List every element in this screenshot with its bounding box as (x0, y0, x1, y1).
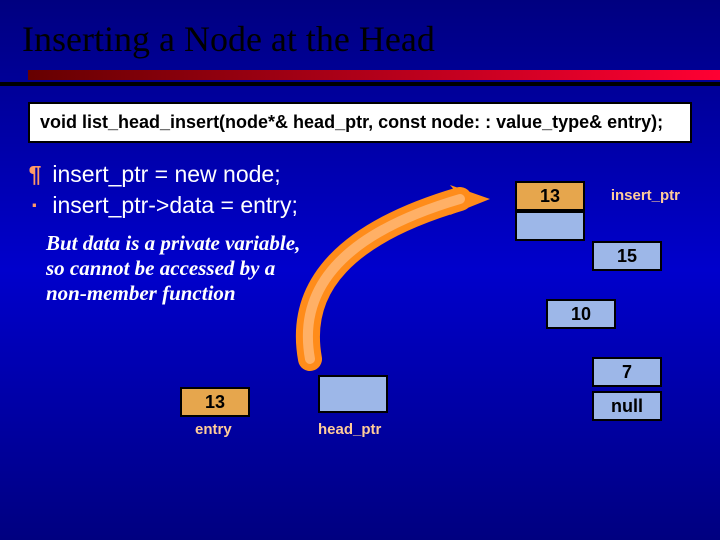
step-1: ¶ insert_ptr = new node; (0, 159, 720, 190)
node-13: 13 (515, 181, 585, 241)
node-7-data: 7 (592, 357, 662, 387)
black-bar (0, 82, 720, 86)
function-signature-box: void list_head_insert(node*& head_ptr, c… (28, 102, 692, 143)
head-ptr-label: head_ptr (318, 421, 381, 438)
node-13-link (515, 211, 585, 241)
slide-title: Inserting a Node at the Head (0, 0, 720, 70)
entry-label: entry (195, 421, 232, 438)
red-bar (28, 70, 720, 80)
node-13-data: 13 (515, 181, 585, 211)
step-2-text: insert_ptr->data = entry; (52, 192, 297, 218)
node-null-data: null (592, 391, 662, 421)
annotation-note: But data is a private variable, so canno… (0, 221, 320, 307)
node-null: null (592, 391, 662, 421)
bullet-1-icon: ¶ (24, 159, 46, 190)
node-7: 7 (592, 357, 662, 387)
node-10: 10 (546, 299, 616, 329)
node-10-data: 10 (546, 299, 616, 329)
insert-ptr-label: insert_ptr (611, 187, 680, 204)
entry-value-box: 13 (180, 387, 250, 417)
node-15: 15 (592, 241, 662, 271)
content-area: ¶ insert_ptr = new node; · insert_ptr->d… (0, 159, 720, 529)
divider (0, 70, 720, 88)
head-ptr-box (318, 375, 388, 413)
entry-value: 13 (205, 392, 225, 412)
function-signature-text: void list_head_insert(node*& head_ptr, c… (40, 112, 663, 132)
node-15-data: 15 (592, 241, 662, 271)
bullet-2-icon: · (24, 190, 46, 221)
step-1-text: insert_ptr = new node; (52, 161, 280, 187)
